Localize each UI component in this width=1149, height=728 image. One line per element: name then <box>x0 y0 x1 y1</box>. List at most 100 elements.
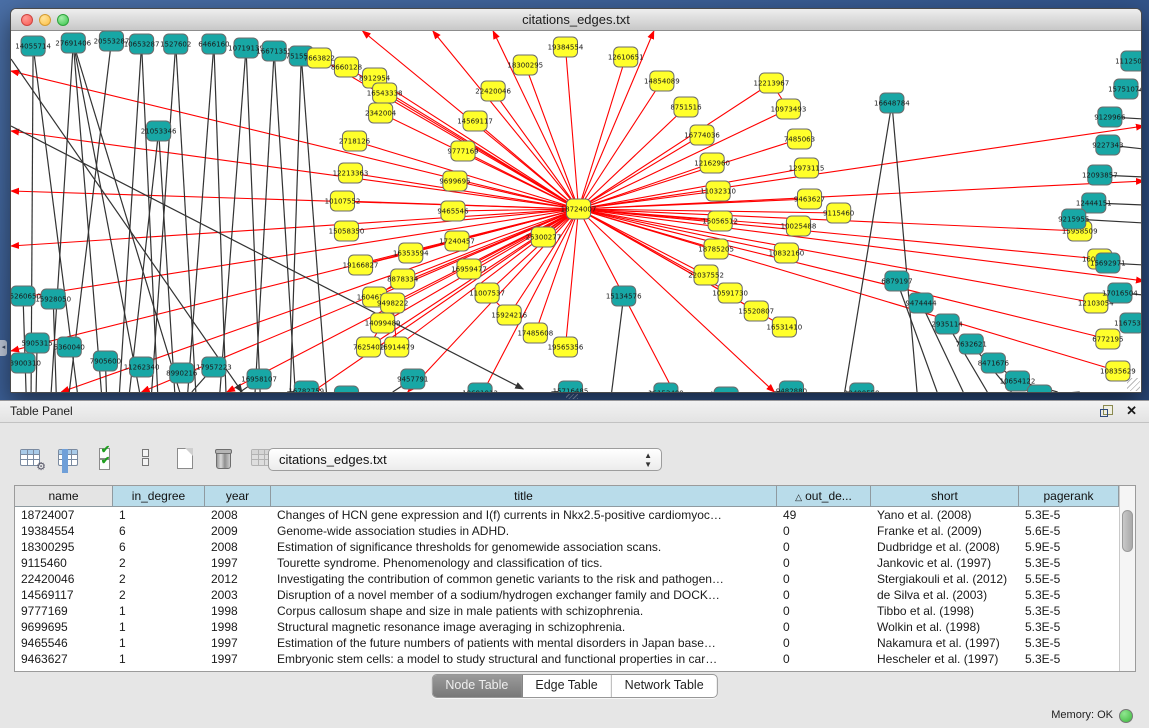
citation-edge-black[interactable] <box>301 56 326 392</box>
graph-node[interactable]: 16782759 <box>288 381 324 392</box>
graph-node[interactable]: 9465546 <box>437 201 469 221</box>
graph-node[interactable]: 16958107 <box>241 369 277 389</box>
tab-node-table[interactable]: Node Table <box>432 675 522 697</box>
column-chooser-icon[interactable] <box>56 445 82 473</box>
window-titlebar[interactable]: citations_edges.txt <box>11 9 1141 31</box>
graph-node[interactable]: 11007537 <box>469 283 505 303</box>
graph-node[interactable]: 19565356 <box>548 337 584 357</box>
citation-edge-red[interactable] <box>579 209 1141 281</box>
table-row[interactable]: 1830029562008Estimation of significance … <box>15 539 1119 555</box>
graph-node[interactable]: 12213967 <box>754 73 790 93</box>
new-table-icon[interactable] <box>172 445 198 473</box>
network-canvas[interactable]: 1872400714055714276914062055328710653287… <box>11 31 1141 392</box>
hidden-panel-toggle[interactable]: ◂ <box>0 340 7 356</box>
graph-node[interactable]: 9215955 <box>1058 209 1089 229</box>
graph-node[interactable]: 9457791 <box>397 369 428 389</box>
float-panel-icon[interactable] <box>1100 405 1113 418</box>
column-header-name[interactable]: name <box>15 486 113 507</box>
graph-node[interactable]: 8471676 <box>978 353 1010 373</box>
citation-edge-black[interactable] <box>176 44 196 392</box>
window-resize-grip[interactable] <box>1127 378 1140 391</box>
graph-node[interactable]: 5360040 <box>54 337 85 357</box>
column-header-out_de[interactable]: △out_de... <box>777 486 871 507</box>
table-row[interactable]: 969969511998Structural magnetic resonanc… <box>15 619 1119 635</box>
graph-node[interactable]: 2342004 <box>365 103 397 123</box>
graph-node[interactable]: 9474444 <box>905 293 937 313</box>
tab-network-table[interactable]: Network Table <box>612 675 717 697</box>
graph-node[interactable]: 12610651 <box>608 47 644 67</box>
row-height-icon[interactable] <box>133 445 159 473</box>
column-header-year[interactable]: year <box>205 486 271 507</box>
citation-edge-red[interactable] <box>579 209 775 392</box>
graph-node[interactable]: 14055714 <box>15 36 51 56</box>
graph-node[interactable]: 9463627 <box>794 189 825 209</box>
citation-edge-red[interactable] <box>11 191 579 209</box>
table-row[interactable]: 946554611997Estimation of the future num… <box>15 635 1119 651</box>
scrollbar-thumb[interactable] <box>1122 510 1133 552</box>
graph-node[interactable]: 15924216 <box>491 305 527 325</box>
graph-node[interactable]: 14854089 <box>644 71 680 91</box>
graph-node[interactable]: 5905315 <box>21 333 52 353</box>
citation-edge-black[interactable] <box>220 48 246 392</box>
table-row[interactable]: 1938455462009Genome-wide association stu… <box>15 523 1119 539</box>
graph-node[interactable]: 15056512 <box>702 211 738 231</box>
citation-edge-red[interactable] <box>579 126 1141 209</box>
citation-edge-black[interactable] <box>11 126 523 389</box>
close-panel-icon[interactable]: ✕ <box>1126 403 1137 419</box>
graph-node[interactable]: 8660128 <box>331 57 362 77</box>
graph-node[interactable]: 22420046 <box>475 81 511 101</box>
table-row[interactable]: 1872400712008Changes of HCN gene express… <box>15 507 1119 523</box>
citation-edge-black[interactable] <box>892 103 917 392</box>
table-row[interactable]: 946362711997Embryonic stem cells: a mode… <box>15 651 1119 667</box>
graph-node[interactable]: 10832160 <box>769 243 805 263</box>
graph-node[interactable]: 17485608 <box>517 323 553 343</box>
citation-edge-red[interactable] <box>579 181 1141 209</box>
graph-node[interactable]: 16648784 <box>874 93 910 113</box>
table-row[interactable]: 1456911722003Disruption of a novel membe… <box>15 587 1119 603</box>
graph-node[interactable]: 15134576 <box>606 286 642 306</box>
graph-node[interactable]: 19384554 <box>548 37 584 57</box>
graph-node[interactable]: 12162960 <box>694 153 730 173</box>
citation-edge-black[interactable] <box>73 43 139 392</box>
citation-edge-red[interactable] <box>579 139 800 209</box>
delete-table-icon[interactable] <box>210 445 236 473</box>
graph-node[interactable]: 7632621 <box>956 334 987 354</box>
tab-edge-table[interactable]: Edge Table <box>522 675 611 697</box>
graph-node[interactable]: 15716485 <box>553 381 589 392</box>
graph-node[interactable]: 7905600 <box>90 351 121 371</box>
graph-node[interactable]: 1527602 <box>160 34 191 54</box>
graph-node[interactable]: 8990216 <box>166 363 198 383</box>
graph-node[interactable]: 7485063 <box>784 129 815 149</box>
select-mode-icon[interactable]: ✔ ✔ <box>95 445 121 473</box>
table-row[interactable]: 2242004622012Investigating the contribut… <box>15 571 1119 587</box>
graph-node[interactable]: 9115460 <box>823 203 854 223</box>
citation-edge-red[interactable] <box>375 78 579 209</box>
graph-node[interactable]: 10107552 <box>325 191 361 211</box>
graph-node[interactable]: 8751516 <box>670 97 702 117</box>
table-row[interactable]: 911546021997Tourette syndrome. Phenomeno… <box>15 555 1119 571</box>
citation-edge-black[interactable] <box>290 56 301 392</box>
vertical-scrollbar[interactable] <box>1119 486 1135 671</box>
citation-edge-red[interactable] <box>385 93 579 209</box>
citation-edge-black[interactable] <box>119 44 141 392</box>
column-header-pagerank[interactable]: pagerank <box>1019 486 1119 507</box>
graph-node[interactable]: 17957223 <box>196 357 232 377</box>
graph-node[interactable]: 6772195 <box>1092 329 1123 349</box>
graph-node[interactable]: 12823466 <box>329 386 365 392</box>
memory-status-indicator[interactable] <box>1119 709 1133 723</box>
graph-node[interactable]: 9777169 <box>447 141 478 161</box>
graph-node[interactable]: 18785205 <box>698 239 734 259</box>
panel-resize-grip[interactable] <box>566 394 578 399</box>
graph-node[interactable]: 12973115 <box>789 158 825 178</box>
graph-node[interactable]: 9482880 <box>776 381 807 392</box>
graph-node[interactable]: 15058350 <box>329 221 365 241</box>
graph-node[interactable]: 10691012 <box>462 383 498 392</box>
graph-node[interactable]: 6466160 <box>198 34 229 54</box>
graph-node[interactable]: 9498222 <box>377 293 408 313</box>
graph-node[interactable]: 8878334 <box>387 269 419 289</box>
graph-node[interactable]: 27691406 <box>55 33 91 53</box>
citation-edge-black[interactable] <box>612 296 624 392</box>
graph-node[interactable]: 2718126 <box>339 131 371 151</box>
graph-node[interactable]: 11125059 <box>1115 51 1141 71</box>
graph-node[interactable]: 12093857 <box>1082 165 1118 185</box>
